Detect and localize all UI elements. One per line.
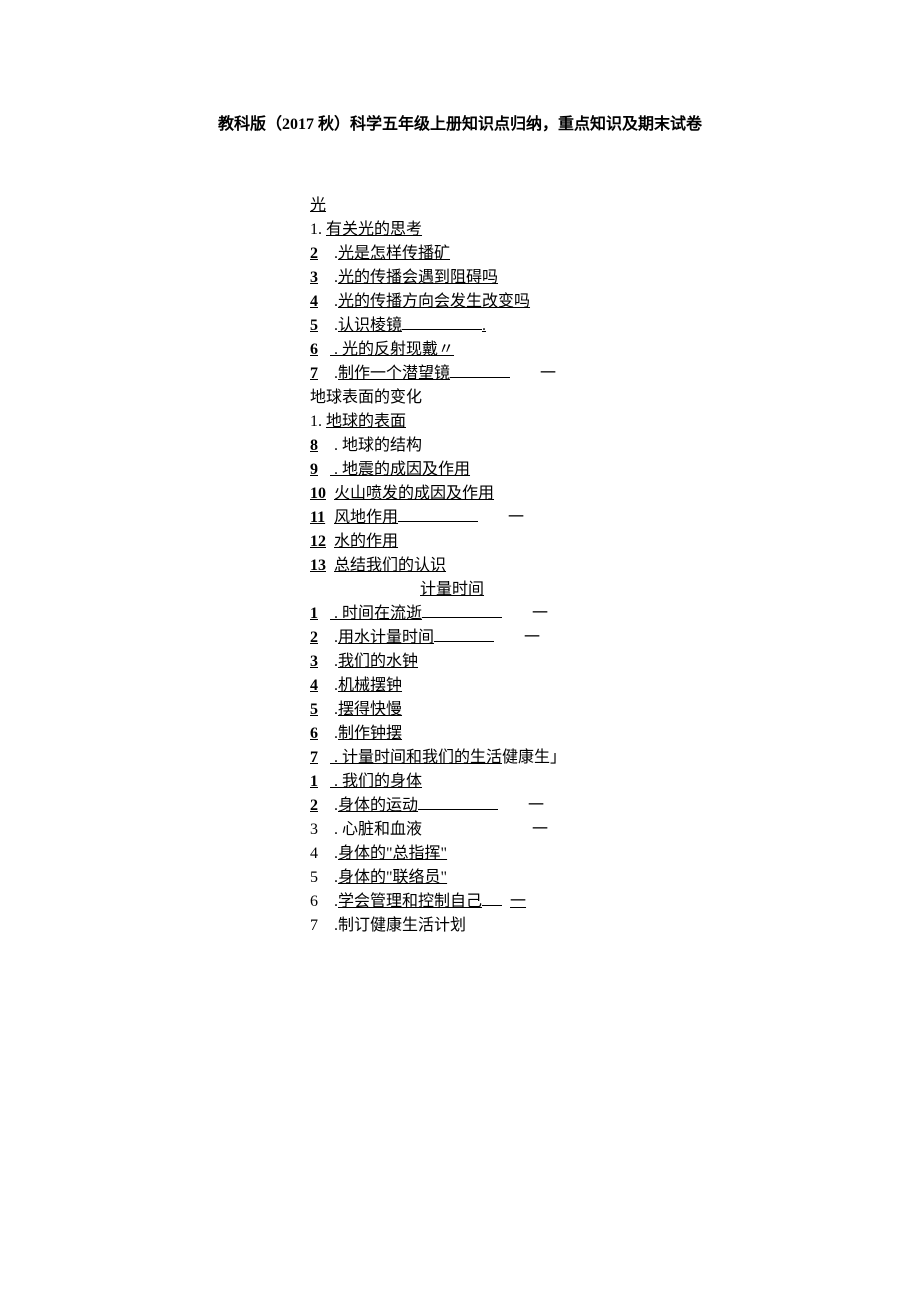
toc-item: 3 . 心脏和血液一 <box>310 818 780 842</box>
toc-item: 1. 地球的表面 <box>310 410 780 434</box>
toc-item: 5 .认识棱镜. <box>310 314 780 338</box>
unit2-heading: 地球表面的变化 <box>310 386 780 410</box>
toc-item: 4 .机械摆钟 <box>310 674 780 698</box>
toc-content: 光 1. 有关光的思考 2 .光是怎样传播矿 3 .光的传播会遇到阻碍吗 4 .… <box>0 194 920 938</box>
document-title: 教科版（2017 秋）科学五年级上册知识点归纳，重点知识及期末试卷 <box>0 110 920 194</box>
toc-item: 7 . 计量时间和我们的生活健康生」 <box>310 746 780 770</box>
toc-item: 10 火山喷发的成因及作用 <box>310 482 780 506</box>
toc-item: 9 . 地震的成因及作用 <box>310 458 780 482</box>
toc-item: 12 水的作用 <box>310 530 780 554</box>
toc-item: 6 . 光的反射现戴〃 <box>310 338 780 362</box>
toc-item: 1 . 时间在流逝一 <box>310 602 780 626</box>
toc-item: 3 .我们的水钟 <box>310 650 780 674</box>
toc-item: 2 .身体的运动一 <box>310 794 780 818</box>
toc-item: 1 . 我们的身体 <box>310 770 780 794</box>
unit3-heading: 计量时间 <box>310 578 780 602</box>
toc-item: 6 .学会管理和控制自己 一 <box>310 890 780 914</box>
toc-item: 2 .用水计量时间一 <box>310 626 780 650</box>
toc-item: 11 风地作用一 <box>310 506 780 530</box>
toc-item: 4 .光的传播方向会发生改变吗 <box>310 290 780 314</box>
toc-item: 2 .光是怎样传播矿 <box>310 242 780 266</box>
toc-item: 6 .制作钟摆 <box>310 722 780 746</box>
toc-item: 7 .制作一个潜望镜一 <box>310 362 780 386</box>
toc-item: 5 .摆得快慢 <box>310 698 780 722</box>
toc-item: 4 .身体的"总指挥" <box>310 842 780 866</box>
toc-item: 13 总结我们的认识 <box>310 554 780 578</box>
toc-item: 8 . 地球的结构 <box>310 434 780 458</box>
toc-item: 3 .光的传播会遇到阻碍吗 <box>310 266 780 290</box>
toc-item: 1. 有关光的思考 <box>310 218 780 242</box>
toc-item: 7 .制订健康生活计划 <box>310 914 780 938</box>
toc-item: 5 .身体的"联络员" <box>310 866 780 890</box>
unit1-heading: 光 <box>310 194 780 218</box>
